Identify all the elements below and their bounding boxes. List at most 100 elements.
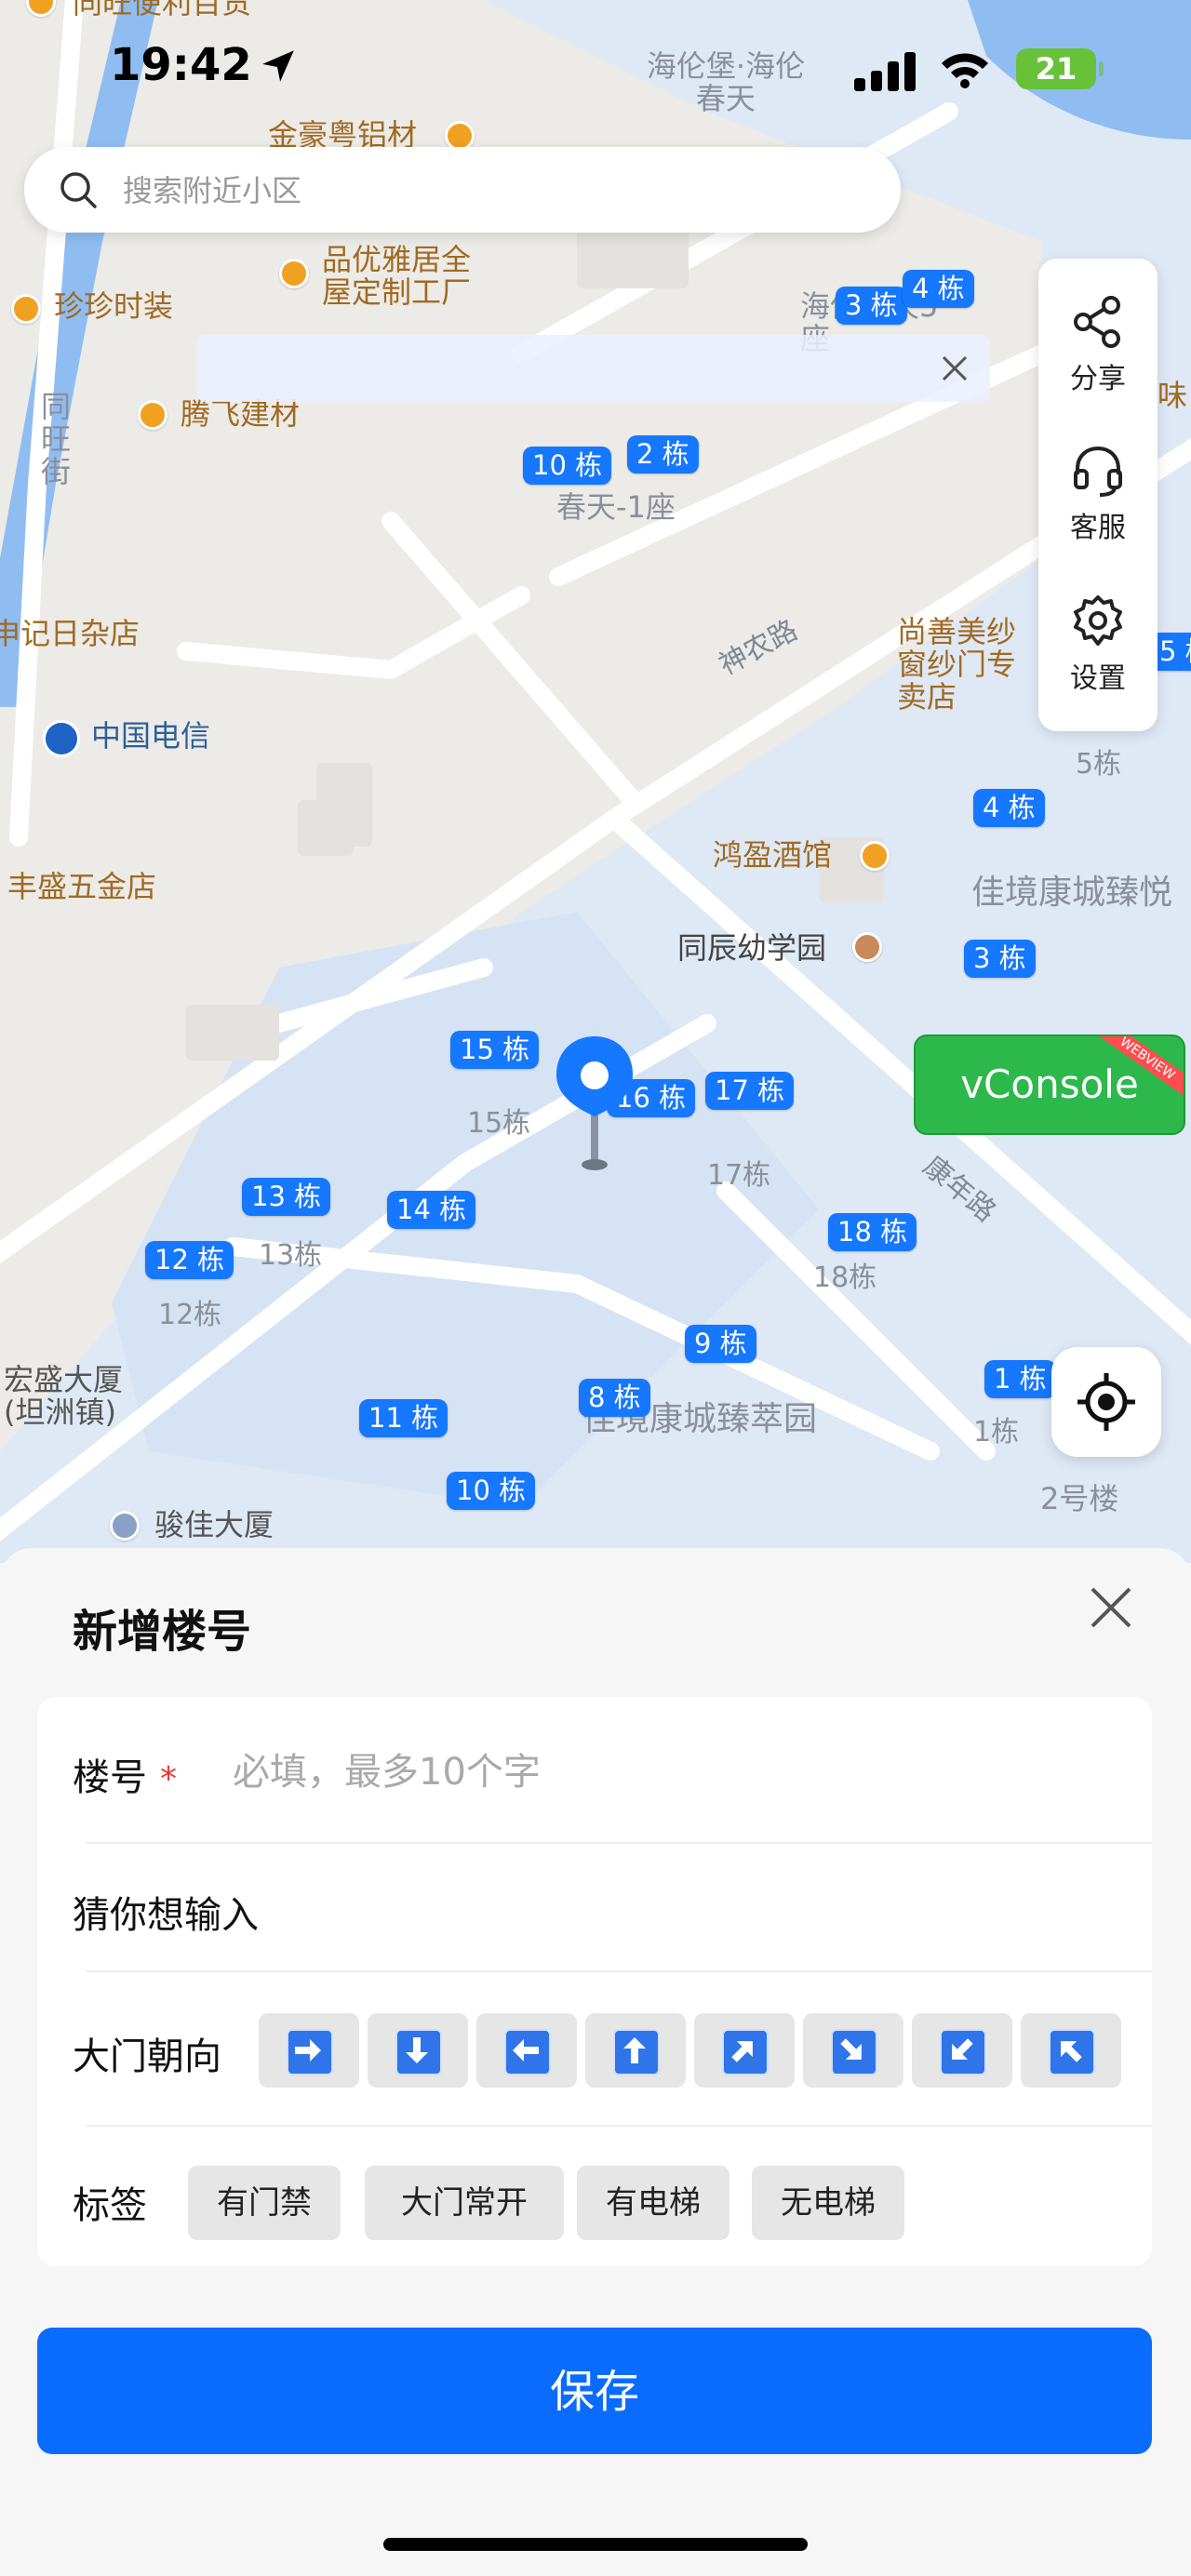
door-direction-down-left-button[interactable] (912, 2013, 1012, 2088)
arrow-up-icon (613, 2029, 660, 2075)
arrow-up-right-icon (722, 2029, 769, 2075)
form-card: 楼号* 猜你想输入 大门朝向 标签 有门禁 大门常开 有电梯 无电梯 (37, 1697, 1152, 2266)
poi-pin (11, 294, 41, 324)
building-sub-label: 18栋 (813, 1261, 877, 1294)
door-direction-down-button[interactable] (368, 2013, 468, 2088)
building-marker[interactable]: 9 栋 (685, 1325, 756, 1364)
tags-label: 标签 (73, 2184, 147, 2227)
poi-pin (852, 932, 882, 962)
building-marker[interactable]: 17 栋 (705, 1072, 795, 1111)
share-button[interactable]: 分享 (1038, 274, 1158, 413)
building-sub-label: 1栋 (973, 1416, 1020, 1448)
arrow-right-icon (287, 2029, 333, 2075)
door-direction-up-right-button[interactable] (694, 2013, 795, 2088)
location-arrow-icon (262, 50, 294, 82)
status-time: 19:42 (110, 39, 252, 91)
arrow-down-right-icon (831, 2029, 877, 2075)
map-label-jiajing: 佳境康城臻悦 (971, 874, 1173, 912)
map-label-hongying: 鸿盈酒馆 (713, 837, 833, 873)
close-icon[interactable] (936, 350, 973, 387)
arrow-down-icon (395, 2029, 442, 2075)
door-direction-up-button[interactable] (585, 2013, 686, 2088)
arrow-up-left-icon (1049, 2029, 1095, 2075)
suggestion-row: 猜你想输入 (37, 1844, 1152, 1972)
building-marker[interactable]: 12 栋 (145, 1241, 234, 1280)
gear-icon (1074, 595, 1122, 646)
door-direction-right-button[interactable] (259, 2013, 359, 2088)
home-indicator (383, 2538, 808, 2551)
location-pin-icon[interactable] (553, 1034, 636, 1174)
building-marker[interactable]: 3 栋 (836, 287, 907, 326)
poi-pin (279, 259, 309, 288)
settings-button[interactable]: 设置 (1038, 573, 1158, 713)
building-marker[interactable]: 14 栋 (387, 1191, 476, 1230)
map-tools-panel: 分享 客服 设置 (1038, 259, 1158, 731)
map-label-hongsheng: 宏盛大厦(坦洲镇) (4, 1362, 124, 1431)
map-label-riza: 申记日杂店 (0, 616, 141, 651)
search-input[interactable] (121, 164, 869, 218)
poi-pin (138, 400, 167, 430)
required-mark: * (160, 1760, 177, 1798)
tag-access-control[interactable]: 有门禁 (188, 2166, 341, 2240)
add-building-sheet: 新增楼号 楼号* 猜你想输入 大门朝向 标签 有门禁 大门常开 有电梯 无电梯 … (0, 1548, 1191, 2576)
door-direction-label: 大门朝向 (73, 2035, 221, 2078)
wifi-icon (942, 53, 988, 88)
building-marker[interactable]: 3 栋 (964, 940, 1036, 979)
vconsole-button[interactable]: vConsole WEBVIEW (914, 1034, 1185, 1135)
map-label-tengfei: 腾飞建材 (181, 396, 301, 432)
arrow-down-left-icon (940, 2029, 986, 2075)
building-marker[interactable]: 4 栋 (903, 270, 974, 309)
building-number-row: 楼号 * (37, 1697, 1152, 1844)
building-marker[interactable]: 11 栋 (359, 1399, 448, 1438)
map-label-pinyou: 品优雅居全屋定制工厂 (322, 242, 472, 311)
building-marker[interactable]: 8 栋 (579, 1379, 650, 1418)
crosshair-icon (1077, 1373, 1135, 1431)
door-direction-left-button[interactable] (476, 2013, 577, 2088)
close-icon[interactable] (1085, 1582, 1137, 1634)
locate-button[interactable] (1051, 1347, 1161, 1457)
map-label-tongchen: 同辰幼学园 (677, 930, 827, 966)
tag-gate-open[interactable]: 大门常开 (365, 2166, 564, 2240)
headset-icon (1074, 446, 1122, 497)
tag-has-elevator[interactable]: 有电梯 (577, 2166, 729, 2240)
map-label-fengsheng: 丰盛五金店 (7, 869, 157, 904)
building-sub-label: 13栋 (259, 1239, 323, 1272)
sheet-title: 新增楼号 (73, 1606, 252, 1658)
cellular-signal-icon (854, 50, 919, 91)
building-marker[interactable]: 15 栋 (450, 1031, 540, 1070)
map-label-zhenzhen: 珍珍时装 (54, 288, 174, 324)
map-label-chunyi: 春天-1座 (556, 489, 676, 525)
building-marker[interactable]: 10 栋 (523, 447, 612, 486)
building-number-input[interactable] (231, 1745, 1072, 1799)
map-view[interactable]: 同旺便利百货 海伦堡·海伦春天 金豪粤铝材 品优雅居全屋定制工厂 珍珍时装 腾飞… (0, 0, 1191, 1563)
arrow-left-icon (504, 2029, 551, 2075)
share-label: 分享 (1070, 363, 1126, 395)
service-label: 客服 (1070, 512, 1126, 544)
building-number-label: 楼号 * (73, 1756, 177, 1799)
customer-service-button[interactable]: 客服 (1038, 422, 1158, 562)
map-label-junjia: 骏佳大厦 (154, 1507, 274, 1542)
search-bar[interactable] (24, 147, 901, 233)
tag-no-elevator[interactable]: 无电梯 (752, 2166, 904, 2240)
map-label-street: 同旺街 (41, 389, 72, 490)
tags-row: 标签 有门禁 大门常开 有电梯 无电梯 (37, 2127, 1152, 2266)
building-marker[interactable]: 10 栋 (447, 1472, 536, 1511)
map-label-shangshan: 尚善美纱窗纱门专卖店 (897, 614, 1017, 715)
door-direction-up-left-button[interactable] (1021, 2013, 1121, 2088)
building-marker[interactable]: 13 栋 (242, 1178, 331, 1217)
telecom-icon (43, 720, 80, 757)
building-marker[interactable]: 18 栋 (828, 1213, 917, 1252)
search-icon (60, 172, 97, 208)
battery-indicator: 21 (1016, 48, 1104, 89)
door-direction-down-right-button[interactable] (803, 2013, 903, 2088)
map-label-wei: 味 (1158, 378, 1188, 413)
save-button[interactable]: 保存 (37, 2328, 1152, 2454)
building-marker[interactable]: 1 栋 (984, 1360, 1056, 1399)
door-direction-row: 大门朝向 (37, 1972, 1152, 2127)
poi-pin (860, 841, 890, 871)
building-sub-label: 17栋 (707, 1159, 771, 1192)
building-sub-label: 15栋 (467, 1107, 531, 1140)
map-label-no2: 2号楼 (1040, 1481, 1119, 1516)
building-marker[interactable]: 4 栋 (973, 789, 1045, 828)
building-marker[interactable]: 2 栋 (627, 435, 699, 474)
